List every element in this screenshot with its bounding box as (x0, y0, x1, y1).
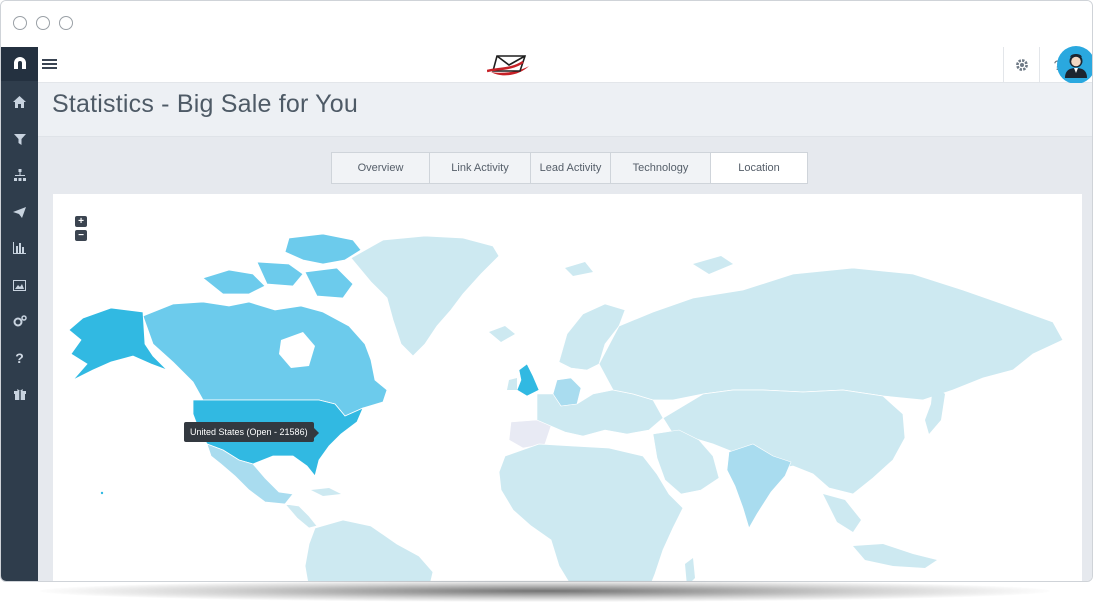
browser-window: ? ? (0, 0, 1093, 582)
tab-link-activity[interactable]: Link Activity (430, 153, 531, 183)
world-map-card: + − United States (Open - 21586) (53, 194, 1082, 581)
region-southeast-asia (823, 494, 861, 532)
region-russia (598, 267, 1064, 401)
window-chrome (1, 1, 1092, 48)
tab-location[interactable]: Location (711, 153, 807, 183)
image-icon[interactable] (1, 272, 38, 298)
world-map[interactable] (53, 194, 1082, 581)
top-bar: ? (38, 46, 1092, 84)
region-hawaii (100, 491, 104, 495)
region-central-america (284, 503, 318, 529)
tab-overview[interactable]: Overview (332, 153, 430, 183)
user-avatar-icon[interactable] (1057, 46, 1092, 84)
window-maximize-button[interactable] (59, 16, 73, 30)
gear-icon[interactable] (1003, 47, 1039, 82)
region-novaya-zemlya (693, 256, 733, 274)
zoom-in-button[interactable]: + (75, 216, 87, 227)
region-canada (142, 301, 388, 417)
tab-technology[interactable]: Technology (611, 153, 711, 183)
window-minimize-button[interactable] (36, 16, 50, 30)
title-band: Statistics - Big Sale for You (38, 83, 1092, 137)
region-indonesia (853, 544, 937, 568)
main-content: Statistics - Big Sale for You Overview L… (38, 83, 1092, 581)
region-svalbard (565, 262, 593, 276)
region-madagascar (685, 558, 695, 581)
region-canada-islands (256, 261, 304, 287)
question-icon[interactable]: ? (1, 345, 38, 371)
window-shadow (40, 580, 1050, 602)
region-canada-islands (284, 233, 362, 265)
window-close-button[interactable] (13, 16, 27, 30)
gift-icon[interactable] (1, 381, 38, 407)
brand-logo-icon[interactable] (486, 52, 531, 78)
home-icon[interactable] (1, 89, 38, 115)
region-greenland (350, 235, 500, 357)
funnel-icon[interactable] (1, 126, 38, 152)
region-africa (498, 443, 684, 581)
region-south-america (304, 519, 434, 581)
tab-lead-activity[interactable]: Lead Activity (531, 153, 611, 183)
region-caribbean (311, 488, 341, 496)
menu-toggle-icon[interactable] (42, 59, 57, 70)
stats-tabs: Overview Link Activity Lead Activity Tec… (331, 152, 808, 184)
region-iceland (489, 326, 515, 342)
region-iberia (508, 419, 552, 449)
map-tooltip: United States (Open - 21586) (184, 422, 319, 442)
hierarchy-icon[interactable] (1, 162, 38, 188)
page-title: Statistics - Big Sale for You (52, 90, 358, 118)
region-united-kingdom (516, 363, 540, 397)
bar-chart-icon[interactable] (1, 235, 38, 261)
region-ireland (507, 378, 517, 390)
sidebar: ? (1, 47, 38, 581)
region-canada-islands (304, 267, 354, 299)
zoom-out-button[interactable]: − (75, 230, 87, 241)
gears-icon[interactable] (1, 308, 38, 334)
app-logo-icon[interactable] (1, 47, 38, 81)
send-icon[interactable] (1, 199, 38, 225)
region-canada-islands (202, 269, 266, 295)
